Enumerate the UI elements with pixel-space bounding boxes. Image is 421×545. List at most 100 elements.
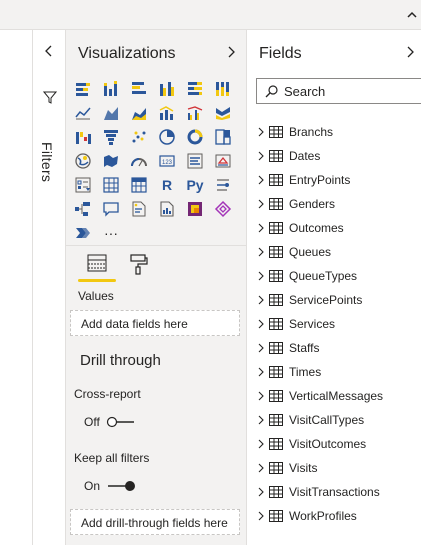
chevron-right-icon[interactable] [256, 439, 266, 449]
filters-label[interactable]: Filters [39, 142, 55, 182]
chevron-right-icon[interactable] [256, 367, 266, 377]
field-table-row[interactable]: VisitTransactions [256, 482, 380, 502]
chevron-right-icon[interactable] [256, 175, 266, 185]
expand-pane-icon[interactable] [226, 45, 236, 59]
table-icon [269, 486, 283, 498]
keep-all-filters-state: On [84, 479, 101, 493]
chevron-right-icon[interactable] [256, 271, 266, 281]
field-table-row[interactable]: EntryPoints [256, 170, 350, 190]
power-apps-icon[interactable] [184, 198, 206, 220]
line-and-stacked-column-icon[interactable] [156, 102, 178, 124]
table-icon [269, 150, 283, 162]
format-paint-roller-icon[interactable] [128, 252, 150, 276]
keep-all-filters-toggle[interactable]: On [84, 479, 136, 493]
chevron-right-icon[interactable] [256, 223, 266, 233]
field-table-row[interactable]: Dates [256, 146, 320, 166]
collapse-pane-icon[interactable] [43, 44, 55, 58]
line-chart-icon[interactable] [72, 102, 94, 124]
chevron-right-icon[interactable] [256, 415, 266, 425]
field-table-row[interactable]: Staffs [256, 338, 319, 358]
build-visual-tab-icon[interactable] [86, 252, 108, 276]
chevron-right-icon[interactable] [256, 247, 266, 257]
drill-through-drop-zone[interactable]: Add drill-through fields here [70, 509, 240, 535]
field-table-name: Outcomes [289, 221, 344, 235]
table-icon[interactable] [100, 174, 122, 196]
matrix-icon[interactable] [128, 174, 150, 196]
field-table-row[interactable]: WorkProfiles [256, 506, 357, 526]
clustered-bar-chart-icon[interactable] [128, 78, 150, 100]
table-icon [269, 198, 283, 210]
power-automate-icon[interactable] [212, 198, 234, 220]
line-and-clustered-column-icon[interactable] [184, 102, 206, 124]
chevron-right-icon[interactable] [256, 199, 266, 209]
decomposition-tree-icon[interactable] [72, 198, 94, 220]
waterfall-chart-icon[interactable] [72, 126, 94, 148]
r-visual-icon[interactable]: R [156, 174, 178, 196]
field-table-row[interactable]: Times [256, 362, 321, 382]
values-drop-zone[interactable]: Add data fields here [70, 310, 240, 336]
100-stacked-column-chart-icon[interactable] [212, 78, 234, 100]
field-table-row[interactable]: Queues [256, 242, 331, 262]
field-table-name: Genders [289, 197, 336, 211]
qa-icon[interactable] [100, 198, 122, 220]
kpi-icon[interactable] [212, 150, 234, 172]
field-table-row[interactable]: QueueTypes [256, 266, 357, 286]
field-table-row[interactable]: Visits [256, 458, 317, 478]
scatter-chart-icon[interactable] [128, 126, 150, 148]
treemap-icon[interactable] [212, 126, 234, 148]
map-icon[interactable] [72, 150, 94, 172]
chevron-right-icon[interactable] [256, 463, 266, 473]
field-table-row[interactable]: VisitCallTypes [256, 410, 364, 430]
field-table-name: Visits [289, 461, 318, 475]
cross-report-toggle[interactable]: Off [84, 415, 136, 429]
collapse-ribbon-icon[interactable] [405, 9, 419, 21]
filled-map-icon[interactable] [100, 150, 122, 172]
gauge-icon[interactable] [128, 150, 150, 172]
slicer-icon[interactable] [72, 174, 94, 196]
chevron-right-icon[interactable] [256, 151, 266, 161]
cross-report-label: Cross-report [74, 387, 141, 401]
multi-row-card-icon[interactable] [184, 150, 206, 172]
100-stacked-bar-chart-icon[interactable] [184, 78, 206, 100]
chevron-right-icon[interactable] [256, 127, 266, 137]
field-table-row[interactable]: Branchs [256, 122, 333, 142]
filter-funnel-icon [43, 91, 57, 104]
chevron-right-icon[interactable] [256, 391, 266, 401]
stacked-column-chart-icon[interactable] [100, 78, 122, 100]
table-icon [269, 294, 283, 306]
expand-fields-icon[interactable] [405, 45, 415, 59]
field-table-name: Branchs [289, 125, 334, 139]
funnel-chart-icon[interactable] [100, 126, 122, 148]
donut-chart-icon[interactable] [184, 126, 206, 148]
chevron-right-icon[interactable] [256, 487, 266, 497]
card-icon[interactable]: 123 [156, 150, 178, 172]
chevron-right-icon[interactable] [256, 343, 266, 353]
field-table-row[interactable]: Outcomes [256, 218, 344, 238]
more-visuals-icon[interactable]: ··· [100, 222, 122, 244]
smart-narrative-icon[interactable] [128, 198, 150, 220]
fields-search-input[interactable]: Search [256, 78, 421, 104]
chevron-right-icon[interactable] [256, 511, 266, 521]
python-visual-icon[interactable]: Py [184, 174, 206, 196]
field-table-row[interactable]: Services [256, 314, 335, 334]
custom-visual-icon[interactable] [72, 222, 94, 244]
pie-chart-icon[interactable] [156, 126, 178, 148]
stacked-bar-chart-icon[interactable] [72, 78, 94, 100]
keep-all-filters-label: Keep all filters [74, 451, 150, 465]
toggle-off-icon[interactable] [106, 416, 136, 428]
table-icon [269, 510, 283, 522]
field-table-row[interactable]: VerticalMessages [256, 386, 383, 406]
field-table-row[interactable]: VisitOutcomes [256, 434, 366, 454]
toggle-on-icon[interactable] [106, 480, 136, 492]
values-well-label: Values [78, 289, 114, 303]
chevron-right-icon[interactable] [256, 295, 266, 305]
chevron-right-icon[interactable] [256, 319, 266, 329]
ribbon-chart-icon[interactable] [212, 102, 234, 124]
field-table-row[interactable]: Genders [256, 194, 335, 214]
key-influencers-icon[interactable] [212, 174, 234, 196]
field-table-row[interactable]: ServicePoints [256, 290, 362, 310]
paginated-report-icon[interactable] [156, 198, 178, 220]
stacked-area-chart-icon[interactable] [128, 102, 150, 124]
area-chart-icon[interactable] [100, 102, 122, 124]
clustered-column-chart-icon[interactable] [156, 78, 178, 100]
